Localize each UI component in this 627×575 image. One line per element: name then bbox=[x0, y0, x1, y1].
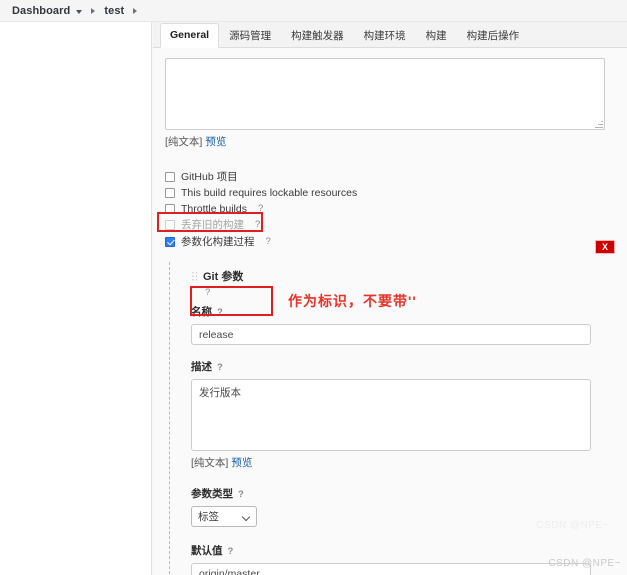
parameter-type-select[interactable]: 标签 bbox=[191, 506, 257, 527]
git-parameter-header: Git 参数 bbox=[191, 268, 605, 284]
chevron-down-icon[interactable] bbox=[76, 9, 83, 14]
plaintext-label: [纯文本] bbox=[165, 136, 203, 148]
general-panel: [纯文本] 预览 GitHub 项目 This build requires lo… bbox=[153, 48, 627, 575]
default-value-field-label: 默认值? bbox=[191, 543, 605, 558]
plaintext-label-param: [纯文本] bbox=[191, 457, 229, 469]
name-label-text: 名称 bbox=[191, 306, 212, 318]
parameter-name-input[interactable] bbox=[191, 324, 591, 345]
help-icon-description[interactable]: ? bbox=[217, 362, 223, 373]
description-format-row: [纯文本] 预览 bbox=[165, 134, 615, 149]
watermark-faint: CSDN @NPE~ bbox=[536, 520, 609, 531]
tab-post-build-actions[interactable]: 构建后操作 bbox=[457, 24, 530, 48]
tab-general[interactable]: General bbox=[160, 23, 220, 48]
checkbox-throttle-builds[interactable] bbox=[165, 203, 175, 214]
help-icon-name[interactable]: ? bbox=[217, 307, 223, 318]
sidebar bbox=[0, 22, 152, 575]
param-type-field-label: 参数类型? bbox=[191, 486, 605, 501]
checkbox-parameterized-build[interactable] bbox=[165, 236, 175, 247]
option-parameterized-build[interactable]: 参数化构建过程 ? bbox=[165, 234, 615, 249]
jenkins-job-config-page: Dashboard test General 源码管理 构建触发器 构建环境 构… bbox=[0, 0, 627, 575]
tab-source-management[interactable]: 源码管理 bbox=[219, 24, 281, 48]
drag-handle-icon[interactable] bbox=[191, 270, 198, 282]
option-lockable-resources[interactable]: This build requires lockable resources bbox=[165, 185, 615, 200]
job-description-textarea[interactable] bbox=[165, 58, 605, 130]
option-label-lockable-resources: This build requires lockable resources bbox=[181, 186, 358, 199]
default-value-label-text: 默认值 bbox=[191, 545, 223, 557]
config-tabs: General 源码管理 构建触发器 构建环境 构建 构建后操作 bbox=[153, 22, 627, 48]
description-label-text: 描述 bbox=[191, 361, 212, 373]
tab-build[interactable]: 构建 bbox=[416, 24, 457, 48]
preview-link[interactable]: 预览 bbox=[205, 136, 226, 148]
help-icon-discard-old-builds[interactable]: ? bbox=[255, 219, 260, 230]
help-icon-parameterized-build[interactable]: ? bbox=[266, 236, 271, 247]
parameter-description-textarea[interactable] bbox=[191, 379, 591, 451]
breadcrumb: Dashboard test bbox=[0, 0, 627, 22]
help-icon-default-value[interactable]: ? bbox=[228, 546, 234, 557]
preview-link-param[interactable]: 预览 bbox=[231, 457, 252, 469]
parameter-description-format-row: [纯文本] 预览 bbox=[191, 455, 605, 470]
option-github-project[interactable]: GitHub 项目 bbox=[165, 169, 615, 184]
option-label-discard-old-builds: 丢弃旧的构建 bbox=[181, 219, 244, 231]
tab-build-triggers[interactable]: 构建触发器 bbox=[281, 24, 354, 48]
checkbox-github-project[interactable] bbox=[165, 171, 175, 182]
option-throttle-builds[interactable]: Throttle builds ? bbox=[165, 201, 615, 216]
breadcrumb-separator-icon bbox=[91, 7, 96, 14]
breadcrumb-separator-icon-2 bbox=[133, 7, 138, 14]
help-icon-param-type[interactable]: ? bbox=[238, 489, 244, 500]
git-parameter-title: Git 参数 bbox=[203, 271, 244, 283]
checkbox-discard-old-builds[interactable] bbox=[165, 219, 175, 230]
watermark: CSDN @NPE~ bbox=[548, 558, 621, 569]
chevron-down-icon-select bbox=[241, 512, 251, 522]
checkbox-lockable-resources[interactable] bbox=[165, 187, 175, 198]
option-label-parameterized-build: 参数化构建过程 bbox=[181, 236, 255, 248]
breadcrumb-item-dashboard[interactable]: Dashboard bbox=[12, 5, 70, 17]
delete-parameter-button[interactable]: X bbox=[595, 240, 615, 254]
param-type-label-text: 参数类型 bbox=[191, 488, 233, 500]
option-label-throttle-builds: Throttle builds bbox=[181, 202, 247, 215]
option-discard-old-builds[interactable]: 丢弃旧的构建 ? bbox=[165, 217, 615, 232]
help-icon-throttle-builds[interactable]: ? bbox=[258, 203, 263, 214]
tab-build-environment[interactable]: 构建环境 bbox=[354, 24, 416, 48]
parameter-type-selected-value: 标签 bbox=[198, 511, 219, 523]
breadcrumb-item-test[interactable]: test bbox=[104, 5, 124, 17]
job-options-list: GitHub 项目 This build requires lockable r… bbox=[165, 169, 615, 249]
annotation-note: 作为标识，不要带'' bbox=[288, 293, 417, 309]
option-label-github-project: GitHub 项目 bbox=[181, 171, 238, 183]
description-field-label: 描述? bbox=[191, 359, 605, 374]
parameter-default-value-input[interactable] bbox=[191, 563, 591, 575]
